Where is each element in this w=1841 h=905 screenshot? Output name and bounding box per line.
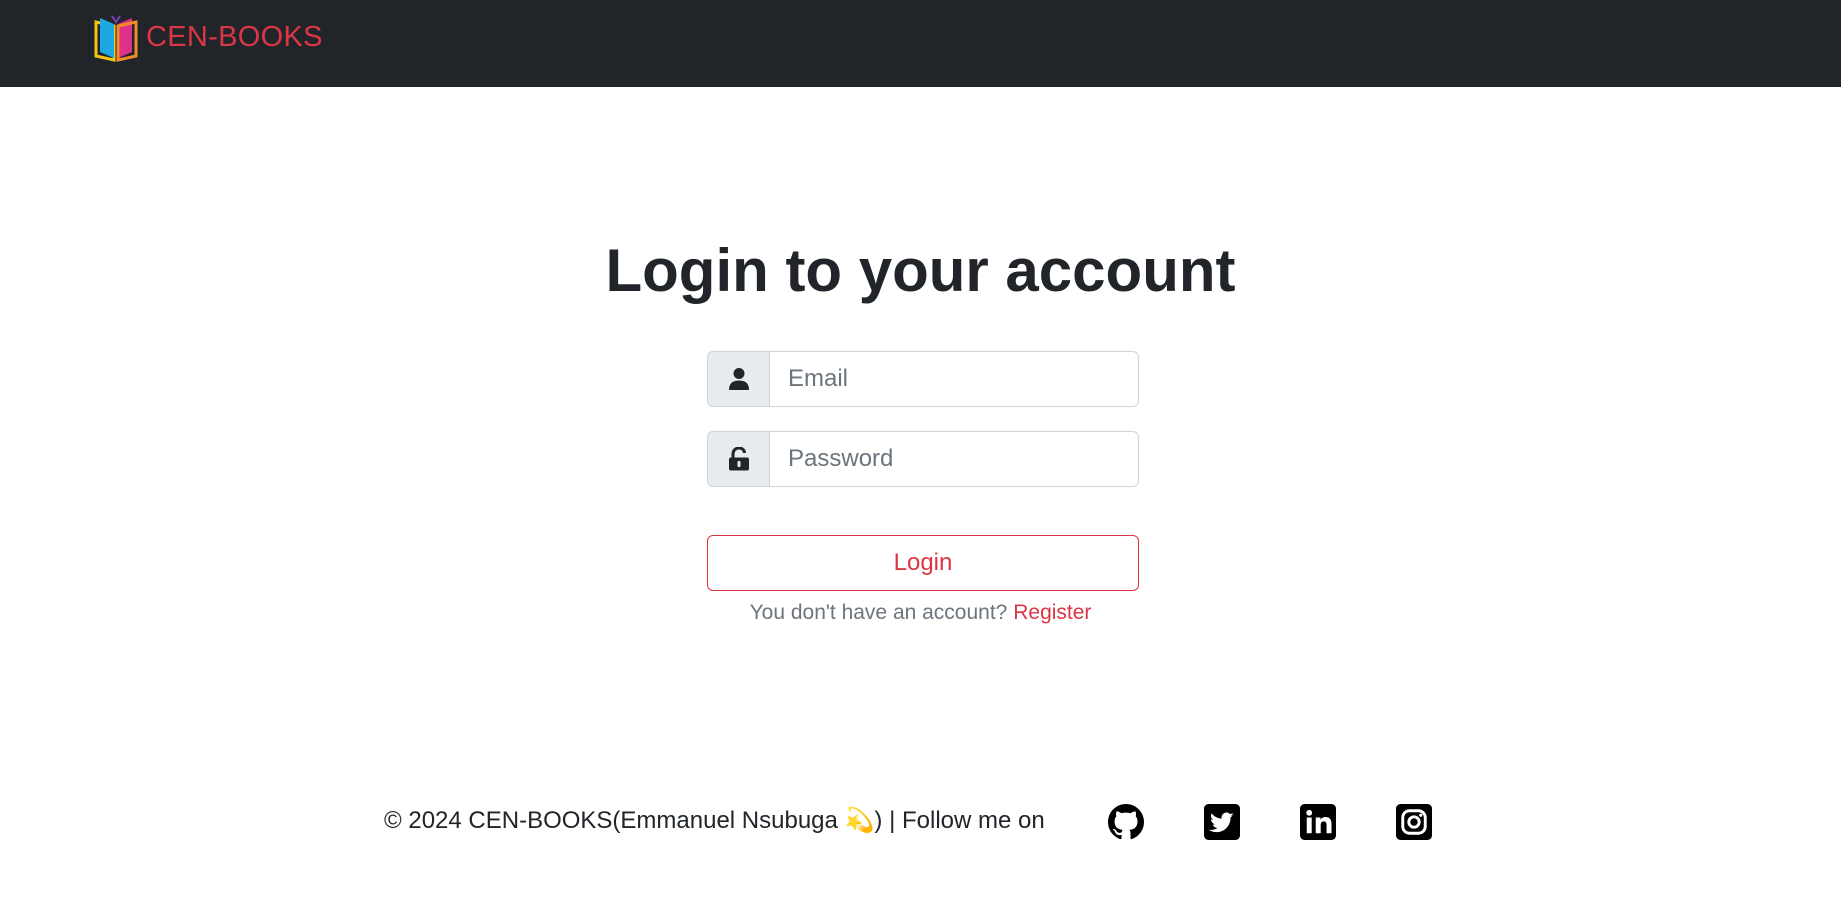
user-icon (728, 368, 749, 390)
footer-copyright: © 2024 CEN-BOOKS(Emmanuel Nsubuga 💫) | F… (384, 807, 1045, 834)
books-logo-icon (90, 12, 142, 62)
linkedin-link[interactable] (1300, 804, 1336, 840)
brand-link[interactable]: CEN-BOOKS (90, 12, 323, 62)
register-link[interactable]: Register (1013, 601, 1091, 624)
lock-open-icon (728, 447, 749, 471)
email-field-group (707, 351, 1139, 407)
instagram-link[interactable] (1396, 804, 1432, 840)
linkedin-icon (1300, 804, 1336, 840)
email-input[interactable] (769, 351, 1139, 407)
password-addon (707, 431, 769, 487)
email-addon (707, 351, 769, 407)
page-title: Login to your account (605, 237, 1236, 304)
password-input[interactable] (769, 431, 1139, 487)
twitter-icon (1204, 804, 1240, 840)
github-link[interactable] (1108, 804, 1144, 840)
github-icon (1108, 804, 1144, 840)
login-button[interactable]: Login (707, 535, 1139, 591)
top-navbar: CEN-BOOKS (0, 0, 1841, 87)
instagram-icon (1396, 804, 1432, 840)
brand-name: CEN-BOOKS (146, 20, 323, 53)
register-prompt-text: You don't have an account? (749, 601, 1008, 624)
register-prompt-line: You don't have an account? Register (0, 598, 1841, 628)
password-field-group (707, 431, 1139, 487)
twitter-link[interactable] (1204, 804, 1240, 840)
